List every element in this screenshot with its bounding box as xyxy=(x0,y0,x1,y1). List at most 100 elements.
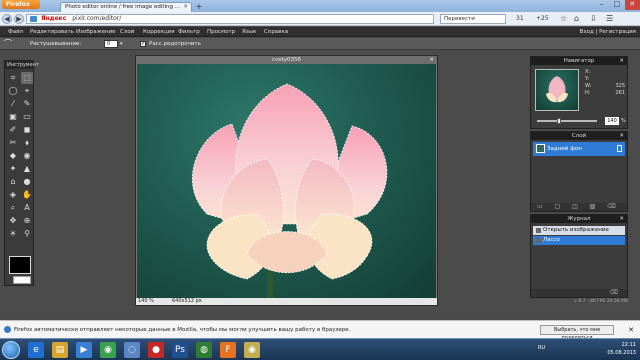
navigator-close-icon[interactable]: ✕ xyxy=(619,57,624,65)
y-label: Y: xyxy=(585,76,590,82)
taskbar-app-0-icon[interactable]: e xyxy=(28,342,44,358)
bookmark-star-icon[interactable]: ☆ xyxy=(560,14,567,24)
tool-24-icon[interactable]: ☀ xyxy=(7,228,19,240)
menu-adjustment[interactable]: Коррекция xyxy=(143,27,175,37)
taskbar-app-4-icon[interactable]: ◌ xyxy=(124,342,140,358)
tool-20-icon[interactable]: ⌕ xyxy=(7,202,19,214)
tool-17-icon[interactable]: ● xyxy=(21,176,33,188)
download-icon[interactable]: ⇩ xyxy=(590,14,597,24)
tool-9-icon[interactable]: ◼ xyxy=(21,124,33,136)
image-canvas[interactable] xyxy=(137,64,436,299)
menu-view[interactable]: Просмотр xyxy=(207,27,235,37)
layers-footer-icons[interactable]: ▭ ▢ ◫ ▧ ⌫ xyxy=(531,203,627,211)
weather-counter[interactable]: +25 xyxy=(536,14,549,24)
tool-0-icon[interactable]: ⌗ xyxy=(7,72,19,84)
minimize-button[interactable]: – xyxy=(594,0,609,10)
language-indicator[interactable]: RU xyxy=(538,345,545,351)
taskbar-app-1-icon[interactable]: ▤ xyxy=(52,342,68,358)
layers-header: Слой ✕ xyxy=(531,132,627,140)
navigator-header: Навигатор ✕ xyxy=(531,57,627,65)
taskbar-app-8-icon[interactable]: F xyxy=(220,342,236,358)
taskbar-app-5-icon[interactable]: ● xyxy=(148,342,164,358)
taskbar-app-2-icon[interactable]: ▶ xyxy=(76,342,92,358)
browser-tab-bar: Firefox Photo editor online / free image… xyxy=(0,0,640,12)
taskbar-app-7-icon[interactable]: ◍ xyxy=(196,342,212,358)
tool-15-icon[interactable]: ▲ xyxy=(21,163,33,175)
tool-22-icon[interactable]: ✥ xyxy=(7,215,19,227)
menu-edit[interactable]: Редактировать xyxy=(30,27,74,37)
history-item-lasso[interactable]: Лассо xyxy=(533,236,625,245)
bookmarks-icon[interactable]: ☰ xyxy=(606,14,613,24)
tools-panel: Инструмент ⌗ ⬚ ◯ ⌖ ⁄ ✎ ▣ ▭ ✐ ◼ ✂ ⬧ ◆ ◉ ✦ ▲ ⌂ ● ◈ ✋ ⌕ A ✥ ⊕ ☀ ⚲ xyxy=(4,60,39,286)
tool-14-icon[interactable]: ✦ xyxy=(7,163,19,175)
menu-image[interactable]: Изображение xyxy=(76,27,116,37)
url-bar[interactable]: Яндекс pixlr.com/editor/ xyxy=(26,14,434,24)
tool-23-icon[interactable]: ⊕ xyxy=(21,215,33,227)
register-link[interactable]: Регистрация xyxy=(599,29,636,35)
zoom-slider-track[interactable] xyxy=(537,120,597,122)
mail-counter[interactable]: 31 xyxy=(516,14,524,24)
tool-19-icon[interactable]: ✋ xyxy=(21,189,33,201)
login-link[interactable]: Вход xyxy=(580,29,594,35)
tool-25-icon[interactable]: ⚲ xyxy=(21,228,33,240)
forward-button[interactable]: ▶ xyxy=(14,14,24,24)
tool-16-icon[interactable]: ⌂ xyxy=(7,176,19,188)
new-tab-button[interactable]: + xyxy=(194,3,204,11)
tool-1-icon[interactable]: ⬚ xyxy=(21,72,33,84)
zoom-slider-handle[interactable] xyxy=(556,118,561,124)
tab-close-icon[interactable]: ✕ xyxy=(183,3,188,12)
secondary-color-swatch[interactable] xyxy=(13,276,31,284)
tool-11-icon[interactable]: ⬧ xyxy=(21,137,33,149)
firefox-menu-button[interactable]: Firefox xyxy=(2,0,40,9)
home-icon[interactable]: ⌂ xyxy=(574,14,579,24)
tool-10-icon[interactable]: ✂ xyxy=(7,137,19,149)
layer-background[interactable]: Задний фон xyxy=(533,142,625,156)
feather-input[interactable]: 0 xyxy=(104,40,118,48)
menu-layer[interactable]: Слой xyxy=(120,27,134,37)
yandex-label: Яндекс xyxy=(41,15,67,22)
translate-button[interactable]: Перевести xyxy=(440,14,506,24)
tool-3-icon[interactable]: ⌖ xyxy=(21,85,33,97)
tool-13-icon[interactable]: ◉ xyxy=(21,150,33,162)
menu-file[interactable]: Файл xyxy=(8,27,23,37)
history-item-open[interactable]: Открыть изображение xyxy=(533,226,625,235)
notification-close-icon[interactable]: ✕ xyxy=(628,321,634,339)
tool-4-icon[interactable]: ⁄ xyxy=(7,98,19,110)
antialias-checkbox[interactable]: ✓ xyxy=(140,41,146,47)
h-label: H: xyxy=(585,90,591,96)
taskbar-app-3-icon[interactable]: ◉ xyxy=(100,342,116,358)
zoom-input[interactable]: 140 xyxy=(605,117,619,125)
menu-filter[interactable]: Фильтр xyxy=(178,27,200,37)
start-button[interactable] xyxy=(2,341,20,359)
tool-12-icon[interactable]: ◆ xyxy=(7,150,19,162)
browser-tab-pixlr[interactable]: Photo editor online / free image editing… xyxy=(60,2,192,12)
taskbar-app-9-icon[interactable]: ◉ xyxy=(244,342,260,358)
feather-dropdown-icon[interactable]: ▾ xyxy=(120,38,123,50)
back-button[interactable]: ◀ xyxy=(2,14,12,24)
tool-7-icon[interactable]: ▭ xyxy=(21,111,33,123)
navigator-thumbnail[interactable] xyxy=(535,69,579,111)
tab-title: Photo editor online / free image editing… xyxy=(65,4,181,10)
tool-8-icon[interactable]: ✐ xyxy=(7,124,19,136)
menu-help[interactable]: Справка xyxy=(264,27,288,37)
primary-color-swatch[interactable] xyxy=(9,256,31,274)
system-clock[interactable]: 22:11 05.08.2013 xyxy=(607,341,636,357)
tool-2-icon[interactable]: ◯ xyxy=(7,85,19,97)
document-close-icon[interactable]: ✕ xyxy=(429,56,434,64)
document-zoom[interactable]: 140 % xyxy=(138,298,154,305)
history-close-icon[interactable]: ✕ xyxy=(619,215,624,223)
history-open-icon xyxy=(536,228,541,233)
choose-share-button[interactable]: Выбрать, что мне поделиться xyxy=(540,325,614,341)
close-window-button[interactable]: ✕ xyxy=(624,0,640,10)
tool-21-icon[interactable]: A xyxy=(21,202,33,214)
tool-6-icon[interactable]: ▣ xyxy=(7,111,19,123)
layer-lock-icon[interactable] xyxy=(617,145,622,152)
tool-5-icon[interactable]: ✎ xyxy=(21,98,33,110)
maximize-button[interactable]: □ xyxy=(609,0,624,10)
menu-language[interactable]: Язык xyxy=(242,27,256,37)
navigator-zoom: 140 % xyxy=(535,117,626,125)
history-footer-icons[interactable]: ⌫ xyxy=(531,289,627,297)
taskbar-app-6-icon[interactable]: Ps xyxy=(172,342,188,358)
layers-close-icon[interactable]: ✕ xyxy=(619,132,624,140)
tool-18-icon[interactable]: ◈ xyxy=(7,189,19,201)
